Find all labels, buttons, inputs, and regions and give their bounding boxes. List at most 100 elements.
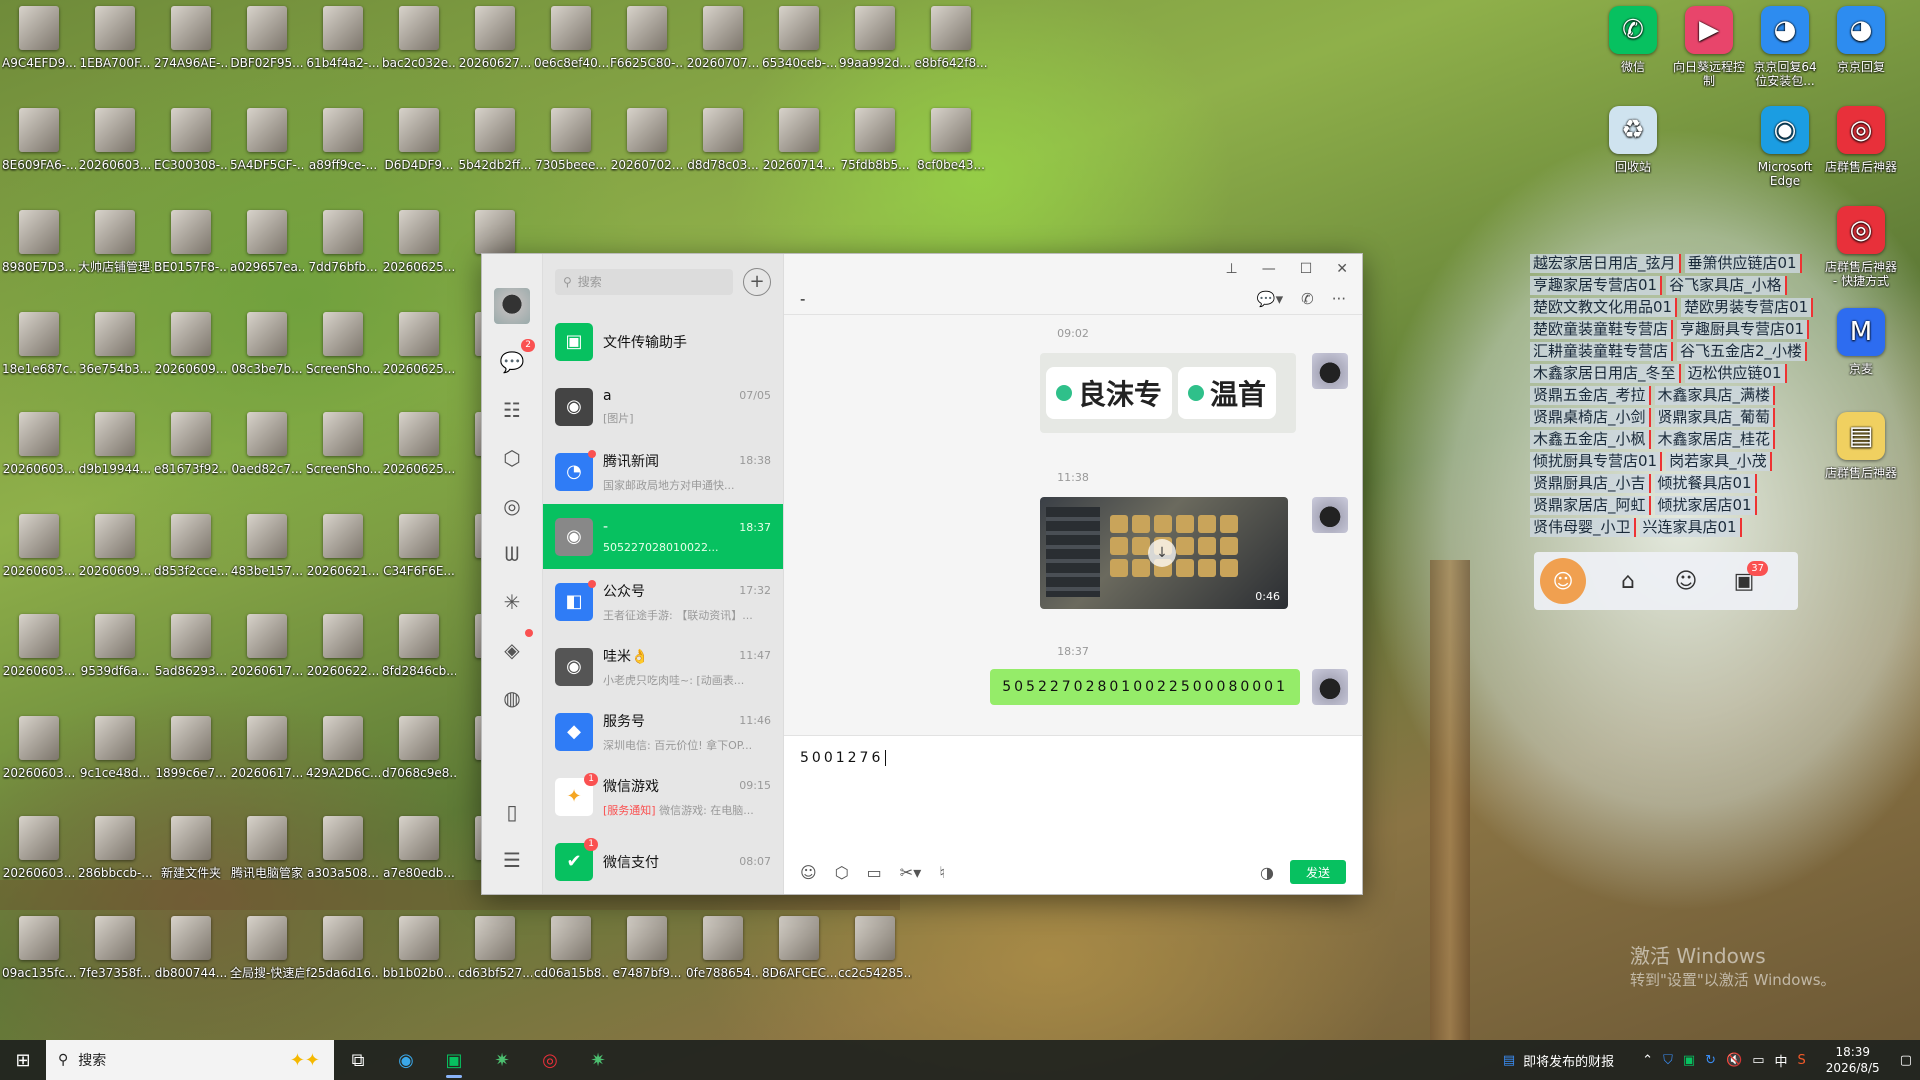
search-input[interactable]: ⚲ 搜索 [555, 268, 733, 295]
desktop-shortcut[interactable]: ◎ 店群售后神器 - 快捷方式 [1824, 206, 1898, 288]
scissors-icon[interactable]: ✂▾ [900, 863, 921, 882]
desktop-file-icon[interactable]: ScreenSho... [306, 312, 380, 376]
desktop-file-icon[interactable]: 36e754b3... [78, 312, 152, 376]
desktop-file-icon[interactable]: EC300308-... [154, 108, 228, 172]
desktop-file-icon[interactable]: 7fe37358f... [78, 916, 152, 980]
chat-list-item[interactable]: ▣ 文件传输助手 [543, 309, 783, 374]
shop-name[interactable]: 贤鼎五金店_考拉 [1530, 386, 1651, 405]
desktop-file-icon[interactable]: 腾讯电脑管家 [230, 816, 304, 880]
desktop-file-icon[interactable]: 5b42db2ff... [458, 108, 532, 172]
desktop-file-icon[interactable]: 20260702... [610, 108, 684, 172]
shop-name[interactable]: 亨趣家居专营店01 [1530, 276, 1663, 295]
desktop-shortcut[interactable]: ◕ 京京回复 [1824, 6, 1898, 74]
desktop-file-icon[interactable]: 20260625... [382, 312, 456, 376]
moments-nav-icon[interactable]: ◎ [494, 488, 530, 524]
desktop-file-icon[interactable]: 20260603... [2, 614, 76, 678]
channels-nav-icon[interactable]: ᗯ [494, 536, 530, 572]
security-icon[interactable]: ⛉ [1663, 1053, 1673, 1068]
chat-bubble-dropdown-icon[interactable]: 💬▾ [1257, 290, 1283, 308]
chat-list-item[interactable]: ◉ - 18:37 505227028010022... [543, 504, 783, 569]
ime-indicator[interactable]: 中 [1775, 1051, 1788, 1070]
desktop-file-icon[interactable]: d8d78c03... [686, 108, 760, 172]
shop-name[interactable]: 汇耕童装童鞋专营店 [1530, 342, 1674, 361]
taskbar-search-input[interactable]: ⚲ 搜索 ✦✦ [46, 1040, 334, 1080]
desktop-file-icon[interactable]: 8D6AFCEC... [762, 916, 836, 980]
shop-name[interactable]: 谷飞五金店2_小楼 [1677, 342, 1808, 361]
shop-name[interactable]: 木鑫家居日用店_冬至 [1530, 364, 1681, 383]
desktop-file-icon[interactable]: 1EBA700F... [78, 6, 152, 70]
desktop-file-icon[interactable]: 20260603... [2, 716, 76, 780]
wechat-tray-icon[interactable]: ▣ [1683, 1053, 1695, 1068]
desktop-file-icon[interactable]: 5A4DF5CF-... [230, 108, 304, 172]
shop-name[interactable]: 亨趣厨具专营店01 [1677, 320, 1810, 339]
desktop-shortcut[interactable]: ◎ 店群售后神器 [1824, 106, 1898, 174]
desktop-file-icon[interactable]: cc2c54285... [838, 916, 912, 980]
desktop-file-icon[interactable]: 08c3be7b... [230, 312, 304, 376]
image-message[interactable]: 良沫专 温首 [1040, 353, 1296, 433]
menu-nav-icon[interactable]: ☰ [494, 842, 530, 878]
chevron-up-icon[interactable]: ⌃ [1642, 1053, 1653, 1068]
desktop-file-icon[interactable]: 20260622... [306, 614, 380, 678]
chat-list-item[interactable]: ✦ 1 微信游戏 09:15 [服务通知] 微信游戏: 在电脑... [543, 764, 783, 829]
desktop-file-icon[interactable]: 483be157... [230, 514, 304, 578]
music-nav-icon[interactable]: ◍ [494, 680, 530, 716]
desktop-file-icon[interactable]: 20260603... [2, 412, 76, 476]
desktop-file-icon[interactable]: 20260707... [686, 6, 760, 70]
desktop-file-icon[interactable]: F6625C80-... [610, 6, 684, 70]
phone-nav-icon[interactable]: ▯ [494, 794, 530, 830]
my-avatar[interactable] [494, 288, 530, 324]
desktop-file-icon[interactable]: db800744... [154, 916, 228, 980]
discover-nav-icon[interactable]: ✳ [494, 584, 530, 620]
shop-name[interactable]: 倾扰餐具店01 [1654, 474, 1757, 493]
desktop-file-icon[interactable]: 新建文件夹 [154, 816, 228, 880]
desktop-file-icon[interactable]: a029657ea... [230, 210, 304, 274]
shop-name[interactable]: 贤鼎家居店_阿虹 [1530, 496, 1651, 515]
desktop-file-icon[interactable]: 20260603... [2, 816, 76, 880]
desktop-file-icon[interactable]: 65340ceb-... [762, 6, 836, 70]
desktop-file-icon[interactable]: 429A2D6C... [306, 716, 380, 780]
alarm-taskbar-icon[interactable]: ◎ [526, 1040, 574, 1080]
desktop-file-icon[interactable]: 18e1e687c... [2, 312, 76, 376]
desktop-file-icon[interactable]: BE0157F8-... [154, 210, 228, 274]
clock[interactable]: 18:39 2026/8/5 [1826, 1044, 1880, 1076]
more-options-icon[interactable]: ··· [1332, 290, 1346, 308]
shop-name[interactable]: 倾扰家居店01 [1654, 496, 1757, 515]
shop-message-icon[interactable]: ▣ 37 [1728, 561, 1768, 597]
download-icon[interactable]: ↓ [1148, 539, 1176, 567]
desktop-file-icon[interactable]: 1899c6e7... [154, 716, 228, 780]
desktop-shortcut[interactable]: ▤ 店群售后神器 [1824, 412, 1898, 480]
desktop-file-icon[interactable]: 20260617... [230, 614, 304, 678]
shop-name[interactable]: 楚欧文教文化用品01 [1530, 298, 1678, 317]
maximize-button[interactable]: ☐ [1300, 261, 1313, 277]
favorites-nav-icon[interactable]: ⬡ [494, 440, 530, 476]
chat-list-item[interactable]: ◧ 公众号 17:32 王者征途手游: 【联动资讯】... [543, 569, 783, 634]
voice-input-icon[interactable]: ◑ [1260, 863, 1274, 882]
desktop-file-icon[interactable]: A9C4EFD9... [2, 6, 76, 70]
desktop-file-icon[interactable]: e7487bf9... [610, 916, 684, 980]
shop-manager-taskbar-icon[interactable]: ✷ [478, 1040, 526, 1080]
video-message[interactable]: ↓ 0:46 [1040, 497, 1288, 609]
windows-start-icon[interactable]: ⊞ [0, 1040, 46, 1080]
desktop-file-icon[interactable]: 20260627... [458, 6, 532, 70]
pin-icon[interactable]: ⊥ [1226, 261, 1238, 277]
desktop-file-icon[interactable]: d9b19944... [78, 412, 152, 476]
microphone-icon[interactable]: ♮ [939, 863, 945, 882]
desktop-file-icon[interactable]: 5ad86293... [154, 614, 228, 678]
chat-list-item[interactable]: ◉ a 07/05 [图片] [543, 374, 783, 439]
sogou-icon[interactable]: S [1798, 1053, 1806, 1068]
desktop-file-icon[interactable]: 20260617... [230, 716, 304, 780]
desktop-file-icon[interactable]: 09ac135fc... [2, 916, 76, 980]
shop-name[interactable]: 木鑫家居店_桂花 [1654, 430, 1776, 449]
chat-list-item[interactable]: ◆ 服务号 11:46 深圳电信: 百元价位! 拿下OP... [543, 699, 783, 764]
desktop-file-icon[interactable]: a303a508... [306, 816, 380, 880]
desktop-file-icon[interactable]: 全局搜-快速启动器 [230, 916, 304, 980]
desktop-file-icon[interactable]: e81673f92... [154, 412, 228, 476]
add-button[interactable]: + [743, 267, 771, 296]
desktop-file-icon[interactable]: ScreenSho... [306, 412, 380, 476]
shop-name[interactable]: 木鑫家具店_满楼 [1654, 386, 1776, 405]
desktop-file-icon[interactable]: 20260609... [154, 312, 228, 376]
desktop-file-icon[interactable]: 61b4f4a2-... [306, 6, 380, 70]
desktop-file-icon[interactable]: 75fdb8b5... [838, 108, 912, 172]
desktop-file-icon[interactable]: 20260625... [382, 412, 456, 476]
desktop-shortcut[interactable]: ▶ 向日葵远程控制 [1672, 6, 1746, 88]
